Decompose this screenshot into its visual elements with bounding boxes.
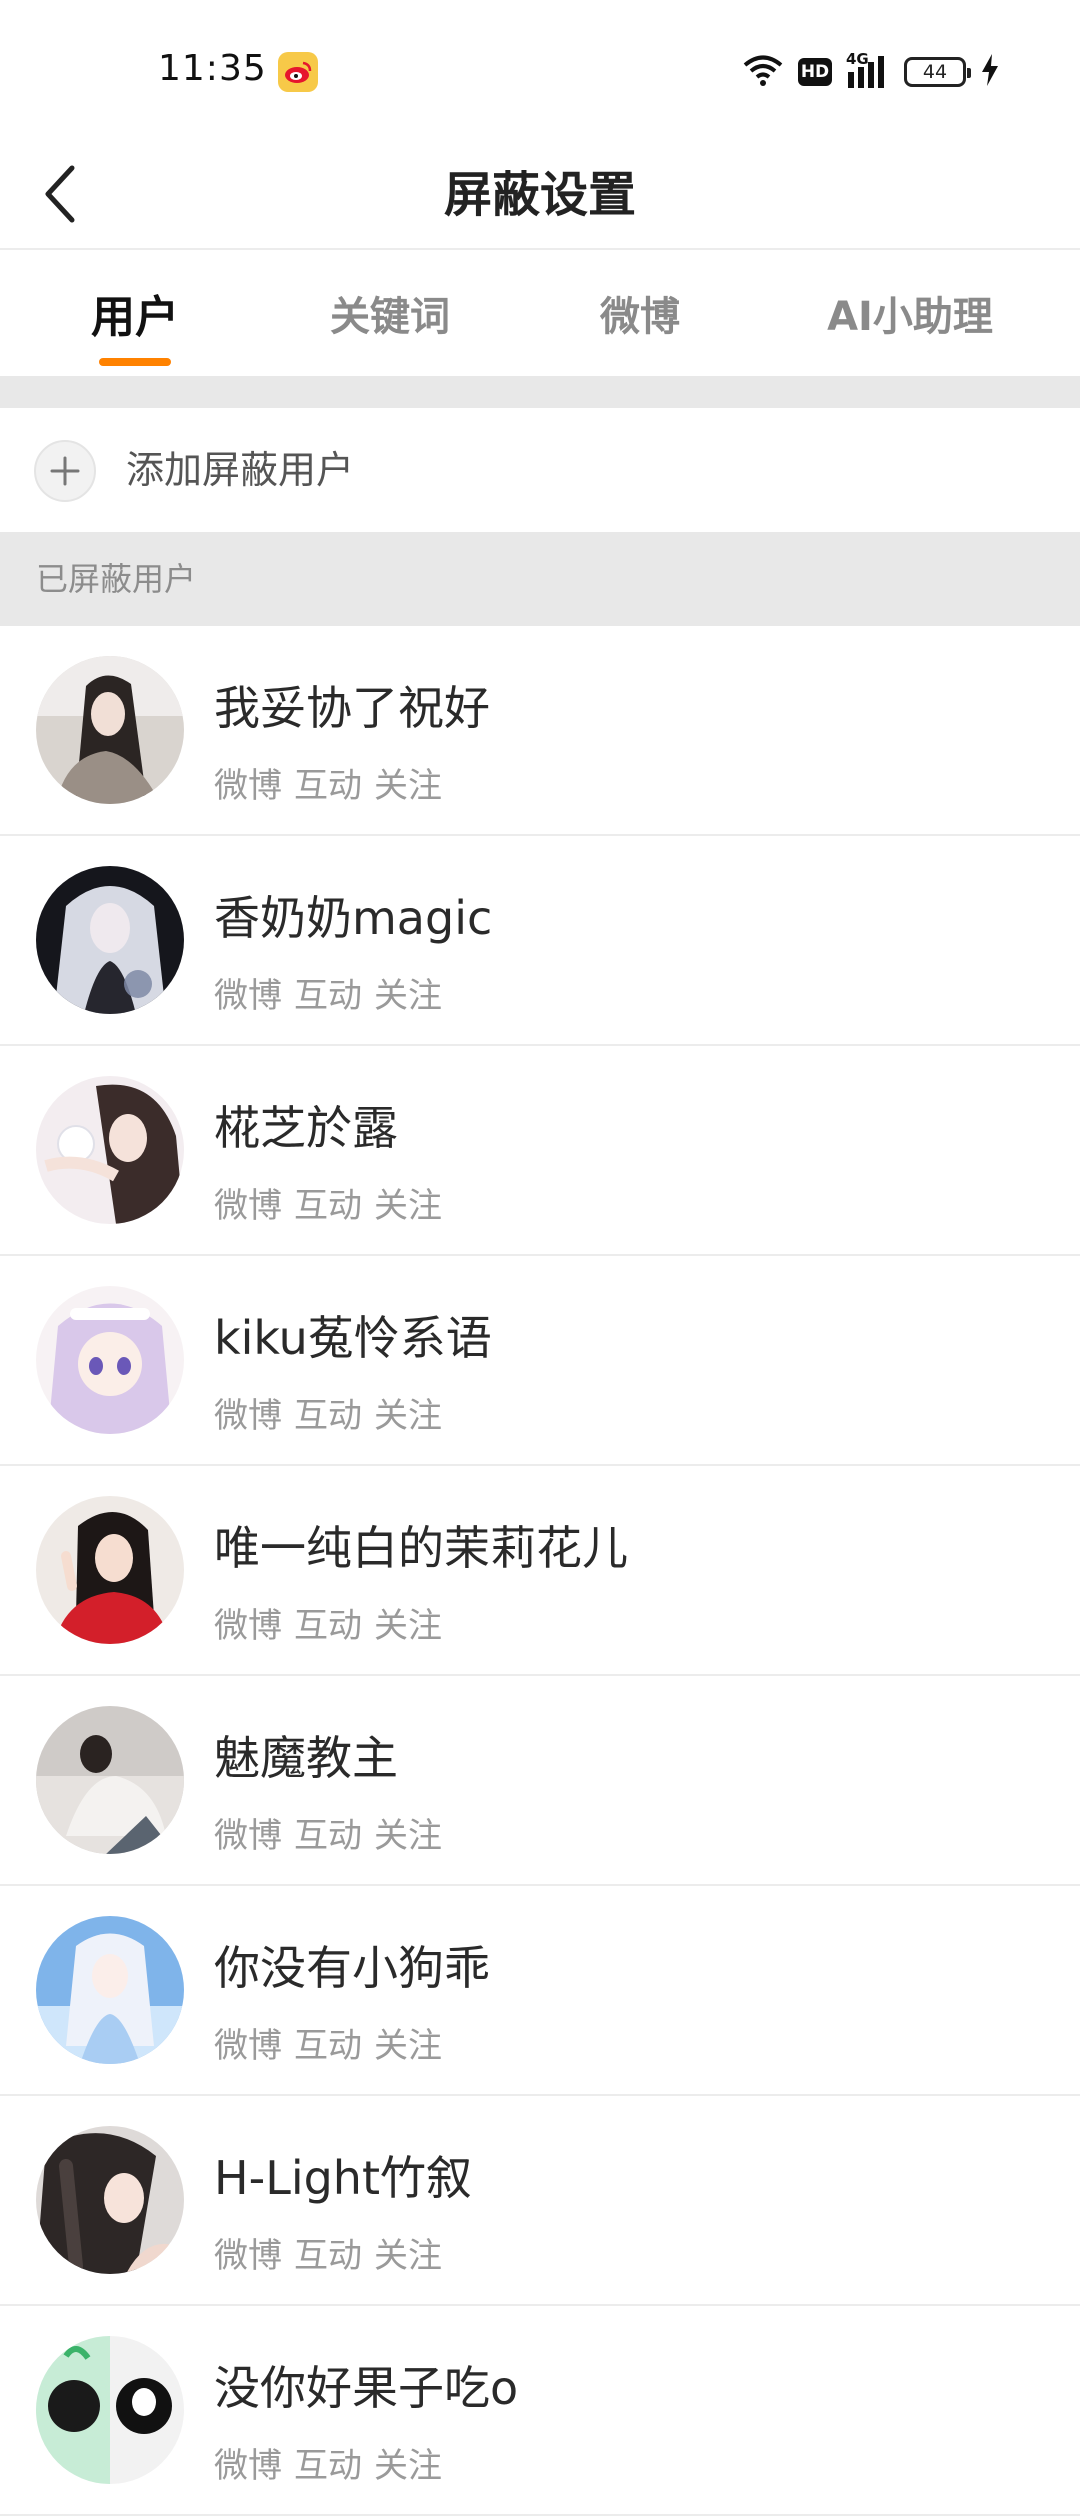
user-name: 唯一纯白的茉莉花儿 — [214, 1521, 628, 1575]
status-bar: 11:35 HD 4G 44 — [0, 0, 1080, 140]
blocked-user-list: 我妥协了祝好 微博 互动 关注 香奶奶magic 微博 互动 关注 椛芝於露 微… — [0, 626, 1080, 2516]
user-name: 没你好果子吃o — [214, 2361, 519, 2415]
tag-follow: 关注 — [374, 1606, 442, 1646]
tag-interaction: 互动 — [294, 2236, 362, 2276]
avatar[interactable] — [36, 866, 184, 1014]
tag-interaction: 互动 — [294, 1816, 362, 1856]
blocked-user-row[interactable]: kiku菟怜系语 微博 互动 关注 — [0, 1256, 1080, 1466]
tag-weibo: 微博 — [214, 976, 282, 1016]
add-blocked-user-label: 添加屏蔽用户 — [126, 448, 355, 492]
user-name: 魅魔教主 — [214, 1731, 398, 1785]
block-scope-tags: 微博 互动 关注 — [214, 758, 454, 807]
blocked-user-row[interactable]: 唯一纯白的茉莉花儿 微博 互动 关注 — [0, 1466, 1080, 1676]
tag-follow: 关注 — [374, 2446, 442, 2486]
battery-indicator: 44 — [904, 57, 971, 87]
add-blocked-user-button[interactable]: 添加屏蔽用户 — [0, 408, 1080, 532]
status-icons: HD 4G 44 — [742, 50, 1000, 94]
tag-interaction: 互动 — [294, 2446, 362, 2486]
blocked-user-row[interactable]: 你没有小狗乖 微博 互动 关注 — [0, 1886, 1080, 2096]
user-name: kiku菟怜系语 — [214, 1311, 492, 1365]
avatar[interactable] — [36, 1706, 184, 1854]
tag-weibo: 微博 — [214, 1396, 282, 1436]
tag-follow: 关注 — [374, 1816, 442, 1856]
block-scope-tags: 微博 互动 关注 — [214, 2228, 454, 2277]
tab-bar: 用户 关键词 微博 AI小助理 — [0, 250, 1080, 376]
tag-weibo: 微博 — [214, 1186, 282, 1226]
avatar[interactable] — [36, 1076, 184, 1224]
blocked-user-row[interactable]: H-Light竹叙 微博 互动 关注 — [0, 2096, 1080, 2306]
page-title: 屏蔽设置 — [443, 167, 636, 223]
tab-keywords[interactable]: 关键词 — [300, 250, 480, 376]
block-scope-tags: 微博 互动 关注 — [214, 1598, 454, 1647]
avatar[interactable] — [36, 1916, 184, 2064]
blocked-user-row[interactable]: 椛芝於露 微博 互动 关注 — [0, 1046, 1080, 1256]
avatar[interactable] — [36, 2336, 184, 2484]
tag-follow: 关注 — [374, 2236, 442, 2276]
wifi-icon — [742, 53, 784, 91]
section-divider — [0, 376, 1080, 408]
tag-weibo: 微博 — [214, 1816, 282, 1856]
tag-interaction: 互动 — [294, 1606, 362, 1646]
user-name: 我妥协了祝好 — [214, 681, 490, 735]
block-scope-tags: 微博 互动 关注 — [214, 2018, 454, 2067]
active-tab-indicator — [99, 358, 171, 366]
avatar[interactable] — [36, 656, 184, 804]
tab-weibo[interactable]: 微博 — [560, 250, 720, 376]
blocked-user-row[interactable]: 魅魔教主 微博 互动 关注 — [0, 1676, 1080, 1886]
tag-interaction: 互动 — [294, 1396, 362, 1436]
status-time: 11:35 — [158, 48, 267, 89]
blocked-users-section-header: 已屏蔽用户 — [0, 532, 1080, 626]
block-scope-tags: 微博 互动 关注 — [214, 968, 454, 1017]
tag-weibo: 微博 — [214, 766, 282, 806]
tag-interaction: 互动 — [294, 766, 362, 806]
user-name: 椛芝於露 — [214, 1101, 398, 1155]
user-name: H-Light竹叙 — [214, 2151, 472, 2205]
tab-ai-assistant[interactable]: AI小助理 — [800, 250, 1020, 376]
tag-weibo: 微博 — [214, 2446, 282, 2486]
tag-follow: 关注 — [374, 766, 442, 806]
avatar[interactable] — [36, 2126, 184, 2274]
avatar[interactable] — [36, 1496, 184, 1644]
tag-follow: 关注 — [374, 1186, 442, 1226]
tag-interaction: 互动 — [294, 2026, 362, 2066]
blocked-user-row[interactable]: 香奶奶magic 微博 互动 关注 — [0, 836, 1080, 1046]
tag-follow: 关注 — [374, 2026, 442, 2066]
block-scope-tags: 微博 互动 关注 — [214, 2438, 454, 2487]
tag-interaction: 互动 — [294, 976, 362, 1016]
blocked-user-row[interactable]: 我妥协了祝好 微博 互动 关注 — [0, 626, 1080, 836]
avatar[interactable] — [36, 1286, 184, 1434]
signal-icon: 4G — [846, 50, 890, 90]
tag-follow: 关注 — [374, 976, 442, 1016]
tag-follow: 关注 — [374, 1396, 442, 1436]
tag-weibo: 微博 — [214, 2236, 282, 2276]
blocked-user-row[interactable]: 没你好果子吃o 微博 互动 关注 — [0, 2306, 1080, 2516]
block-scope-tags: 微博 互动 关注 — [214, 1808, 454, 1857]
tag-weibo: 微博 — [214, 2026, 282, 2066]
section-title: 已屏蔽用户 — [36, 560, 197, 598]
charging-icon — [980, 54, 1000, 90]
nav-header: 屏蔽设置 — [0, 140, 1080, 250]
user-name: 香奶奶magic — [214, 891, 493, 945]
block-scope-tags: 微博 互动 关注 — [214, 1388, 454, 1437]
weibo-notification-icon — [278, 52, 318, 92]
block-scope-tags: 微博 互动 关注 — [214, 1178, 454, 1227]
user-name: 你没有小狗乖 — [214, 1941, 490, 1995]
hd-badge: HD — [798, 58, 832, 86]
tag-interaction: 互动 — [294, 1186, 362, 1226]
plus-icon — [34, 440, 96, 502]
tag-weibo: 微博 — [214, 1606, 282, 1646]
